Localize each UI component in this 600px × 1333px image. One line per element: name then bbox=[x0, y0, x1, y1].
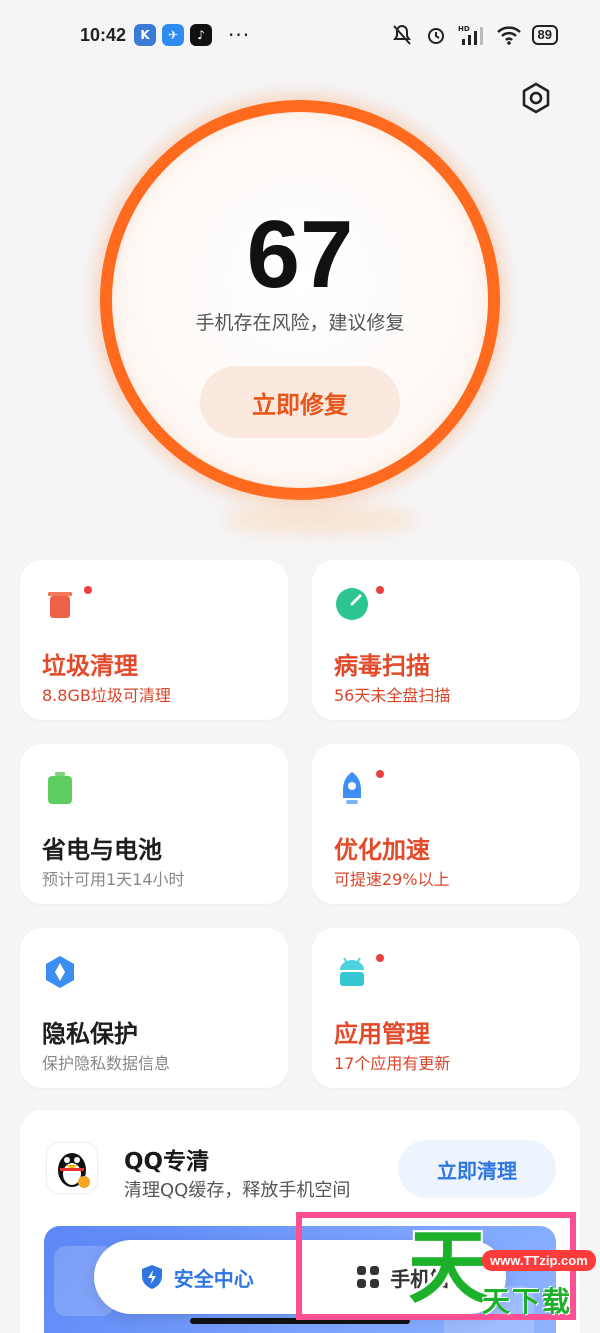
network-label: HD bbox=[458, 25, 470, 33]
card-title: 垃圾清理 bbox=[42, 652, 138, 680]
watermark-char: 天 bbox=[408, 1221, 488, 1314]
settings-hexagon-icon bbox=[522, 82, 550, 114]
qq-penguin-graphic bbox=[58, 1153, 90, 1188]
tab-label: 安全中心 bbox=[173, 1266, 254, 1291]
card-subtitle: 预计可用1天14小时 bbox=[42, 870, 185, 889]
card-virus-scan[interactable]: 病毒扫描 56天未全盘扫描 bbox=[312, 560, 580, 720]
more-notifications-icon: ··· bbox=[228, 23, 251, 47]
card-subtitle: 17个应用有更新 bbox=[334, 1054, 451, 1073]
tab-security-center[interactable]: 安全中心 bbox=[94, 1263, 300, 1292]
card-privacy[interactable]: 隐私保护 保护隐私数据信息 bbox=[20, 928, 288, 1088]
qq-clean-title: QQ专清 bbox=[124, 1149, 210, 1175]
signal-icon: HD bbox=[458, 25, 483, 45]
virus-scan-icon bbox=[336, 588, 368, 620]
watermark-url: www.TTzip.com bbox=[482, 1250, 596, 1271]
risk-message: 手机存在风险，建议修复 bbox=[195, 312, 405, 334]
android-icon bbox=[340, 957, 364, 986]
alert-dot bbox=[376, 954, 384, 962]
alert-dot bbox=[84, 586, 92, 594]
trash-icon bbox=[48, 592, 72, 618]
card-subtitle: 8.8GB垃圾可清理 bbox=[42, 686, 171, 705]
settings-button[interactable] bbox=[518, 80, 554, 116]
clean-now-button[interactable]: 立即清理 bbox=[398, 1140, 556, 1198]
card-title: 省电与电池 bbox=[42, 836, 162, 864]
card-battery[interactable]: 省电与电池 预计可用1天14小时 bbox=[20, 744, 288, 904]
feather-app-icon: ✈ bbox=[162, 24, 185, 46]
ring-glow bbox=[220, 505, 420, 535]
battery-indicator: 89 bbox=[531, 25, 558, 45]
tiktok-icon: ♪ bbox=[190, 24, 213, 46]
card-junk-clean[interactable]: 垃圾清理 8.8GB垃圾可清理 bbox=[20, 560, 288, 720]
card-title: 应用管理 bbox=[334, 1020, 430, 1048]
card-title: 病毒扫描 bbox=[334, 652, 430, 680]
mute-icon bbox=[392, 24, 411, 45]
ttzip-watermark-logo: 天 www.TTzip.com 天下载 bbox=[408, 1218, 596, 1328]
qq-penguin-icon bbox=[46, 1142, 98, 1194]
k-app-icon: K bbox=[134, 24, 157, 46]
card-subtitle: 56天未全盘扫描 bbox=[334, 686, 451, 705]
alert-dot bbox=[376, 586, 384, 594]
card-app-management[interactable]: 应用管理 17个应用有更新 bbox=[312, 928, 580, 1088]
alarm-icon bbox=[427, 28, 444, 44]
card-speed-up[interactable]: 优化加速 可提速29%以上 bbox=[312, 744, 580, 904]
fix-now-button[interactable]: 立即修复 bbox=[200, 366, 400, 438]
shield-icon bbox=[141, 1265, 162, 1289]
security-score: 67 bbox=[246, 201, 354, 308]
card-title: 优化加速 bbox=[334, 836, 430, 864]
card-subtitle: 可提速29%以上 bbox=[334, 870, 450, 889]
qq-clean-subtitle: 清理QQ缓存，释放手机空间 bbox=[124, 1180, 351, 1201]
battery-icon bbox=[48, 772, 72, 804]
rocket-icon bbox=[343, 772, 361, 804]
status-indicators: HD 89 bbox=[390, 23, 558, 47]
card-title: 隐私保护 bbox=[42, 1020, 138, 1048]
watermark-text: 天下载 bbox=[482, 1285, 573, 1318]
alert-dot bbox=[376, 770, 384, 778]
wifi-icon bbox=[496, 26, 521, 45]
privacy-icon bbox=[46, 956, 74, 988]
card-subtitle: 保护隐私数据信息 bbox=[42, 1054, 171, 1073]
status-time: 10:42 bbox=[80, 24, 127, 45]
status-bar: 10:42 K ✈ ♪ ··· HD 89 bbox=[0, 0, 600, 70]
